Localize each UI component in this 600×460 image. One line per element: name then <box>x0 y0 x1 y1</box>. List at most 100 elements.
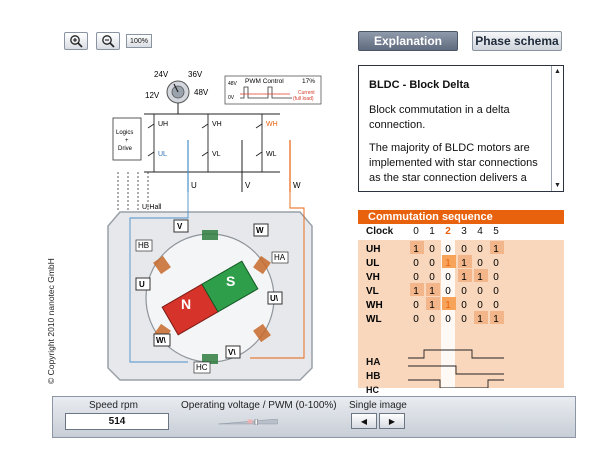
commutation-grid: UH 1 0 0 0 0 1UL 0 0 1 1 0 0VH 0 0 0 1 1 0VL 1 1 0 0 0 0WH 0 1 1 0 0 0… <box>366 240 504 388</box>
coil-w-bar: W\ <box>156 336 167 345</box>
cell-wh-5: 0 <box>493 300 499 311</box>
hall-row-hb: HB <box>366 371 381 382</box>
hall-hb: HB <box>138 241 149 250</box>
switch-uh: UH <box>158 121 168 128</box>
explanation-paragraph-1: Block commutation in a delta connection. <box>369 104 510 131</box>
switch-wl: WL <box>266 151 277 158</box>
cell-wh-3: 0 <box>461 300 467 311</box>
clock-cell-active: 2 <box>445 226 451 237</box>
phase-schema-button[interactable]: Phase schema <box>472 31 562 51</box>
cell-uh-1: 0 <box>429 244 435 255</box>
cell-wh-2: 1 <box>445 300 451 311</box>
cell-vl-4: 0 <box>477 286 483 297</box>
cell-vh-0: 0 <box>413 272 419 283</box>
cell-vh-2: 0 <box>445 272 451 283</box>
switch-wh: WH <box>266 121 278 128</box>
explanation-title: BLDC - Block Delta <box>369 79 470 91</box>
zoom-out-icon <box>102 35 115 48</box>
zoom-in-icon <box>70 35 83 48</box>
voltage-36v: 36V <box>188 70 203 79</box>
voltage-24v: 24V <box>154 70 169 79</box>
pwm-0v: 0V <box>228 95 235 101</box>
voltage-label: Operating voltage / PWM (0-100%) <box>181 400 337 411</box>
speed-label: Speed rpm <box>89 400 138 411</box>
clock-cell: 0 <box>413 226 419 237</box>
switch-vl: VL <box>212 151 221 158</box>
zoom-in-button[interactable] <box>64 32 88 50</box>
scroll-up-icon[interactable]: ▲ <box>552 66 563 77</box>
hall-hb-wave <box>408 365 504 375</box>
single-image-label: Single image <box>349 400 407 411</box>
prev-button[interactable]: ◀ <box>351 413 377 429</box>
pwm-percent: 17% <box>302 78 315 85</box>
cell-uh-4: 0 <box>477 244 483 255</box>
hall-hc-wave <box>408 379 504 388</box>
u-hall-label: U-Hall <box>142 204 162 211</box>
cell-wl-2: 0 <box>445 314 451 325</box>
cell-vl-2: 0 <box>445 286 451 297</box>
row-label-uh: UH <box>366 244 380 255</box>
row-label-vl: VL <box>366 286 379 297</box>
cell-wl-0: 0 <box>413 314 419 325</box>
coil-u-bar: U\ <box>270 294 279 303</box>
hall-ha: HA <box>274 253 286 262</box>
next-button[interactable]: ▶ <box>379 413 405 429</box>
row-label-wh: WH <box>366 300 383 311</box>
explanation-panel: BLDC - Block Delta Block commutation in … <box>358 65 564 192</box>
copyright: © Copyright 2010 nanotec GmbH <box>46 258 56 384</box>
clock-row: Clock 0 1 2 3 4 5 <box>358 224 564 240</box>
clock-cell: 4 <box>477 226 483 237</box>
hall-hc: HC <box>196 363 208 372</box>
pwm-slider-thumb[interactable] <box>254 419 258 425</box>
svg-text:Logics: Logics <box>116 130 133 136</box>
circuit-diagram: 24V 36V 12V 48V PWM Control 17% 48V 0V C… <box>107 70 322 381</box>
cell-ul-5: 0 <box>493 258 499 269</box>
cell-vl-0: 1 <box>413 286 419 297</box>
zoom-out-button[interactable] <box>96 32 120 50</box>
explanation-button[interactable]: Explanation <box>358 31 458 51</box>
row-label-wl: WL <box>366 314 382 325</box>
explanation-paragraph-2: The majority of BLDC motors are implemen… <box>369 142 538 184</box>
rotor-n: N <box>181 296 191 312</box>
cell-vh-4: 1 <box>477 272 483 283</box>
switch-vh: VH <box>212 121 222 128</box>
explanation-scrollbar[interactable]: ▲ ▼ <box>551 66 563 191</box>
speed-value: 514 <box>65 413 169 430</box>
cell-uh-0: 1 <box>413 244 419 255</box>
pwm-48v: 48V <box>228 81 238 87</box>
cell-uh-3: 0 <box>461 244 467 255</box>
coil-u: U <box>139 280 145 289</box>
cell-uh-2: 0 <box>445 244 451 255</box>
pwm-slider[interactable] <box>189 419 307 425</box>
cell-wl-5: 1 <box>493 314 499 325</box>
current-sub: (full load) <box>293 96 314 102</box>
hall-row-ha: HA <box>366 357 381 368</box>
cell-ul-1: 0 <box>429 258 435 269</box>
rotor-s: S <box>226 273 235 289</box>
coil-v: V <box>177 222 183 231</box>
cell-wl-4: 1 <box>477 314 483 325</box>
switch-ul: UL <box>158 151 167 158</box>
cell-vl-1: 1 <box>429 286 435 297</box>
cell-wh-1: 1 <box>429 300 435 311</box>
voltage-knob[interactable] <box>166 80 190 104</box>
zoom-reset-button[interactable]: 100% <box>126 34 152 48</box>
clock-cell: 1 <box>429 226 435 237</box>
cell-wl-1: 0 <box>429 314 435 325</box>
commutation-table: Commutation sequence Clock 0 1 2 3 4 5 U… <box>358 210 564 395</box>
hall-row-hc: HC <box>366 385 379 395</box>
phase-v: V <box>245 181 251 190</box>
cell-wh-0: 0 <box>413 300 419 311</box>
clock-cell: 3 <box>461 226 467 237</box>
cell-vh-3: 1 <box>461 272 467 283</box>
cell-ul-0: 0 <box>413 258 419 269</box>
hall-ha-wave <box>408 349 504 359</box>
voltage-12v: 12V <box>145 91 160 100</box>
cell-wh-4: 0 <box>477 300 483 311</box>
cell-wl-3: 0 <box>461 314 467 325</box>
cell-vl-3: 0 <box>461 286 467 297</box>
explanation-text: BLDC - Block Delta Block commutation in … <box>369 78 547 194</box>
clock-label: Clock <box>366 226 394 237</box>
cell-vh-5: 0 <box>493 272 499 283</box>
scroll-down-icon[interactable]: ▼ <box>552 180 563 191</box>
